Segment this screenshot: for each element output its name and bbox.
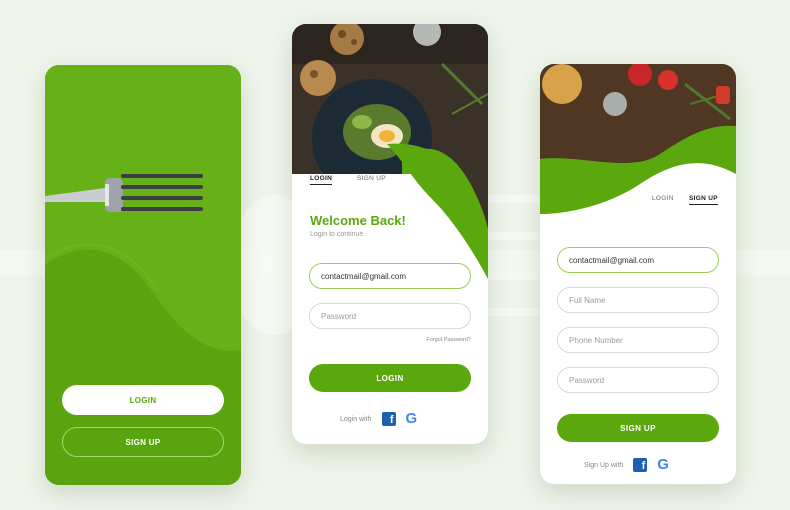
forgot-password-link[interactable]: Forgot Password? xyxy=(426,337,471,343)
password-field[interactable]: Password xyxy=(309,303,471,329)
signup-button[interactable]: SIGN UP xyxy=(62,427,224,457)
tab-login[interactable]: LOGIN xyxy=(652,195,674,202)
email-field[interactable]: contactmail@gmail.com xyxy=(309,263,471,289)
page-subtitle: Login to continue xyxy=(310,231,364,238)
welcome-background xyxy=(45,65,241,485)
signup-submit-button[interactable]: SIGN UP xyxy=(557,414,719,442)
email-field[interactable]: contactmail@gmail.com xyxy=(557,247,719,273)
green-wave-decoration xyxy=(387,143,488,279)
social-login-label: Login with xyxy=(340,415,372,423)
social-signup-row: Sign Up with f G xyxy=(584,457,669,472)
social-signup-label: Sign Up with xyxy=(584,461,624,469)
fork-icon xyxy=(45,174,203,212)
login-submit-button[interactable]: LOGIN xyxy=(309,364,471,392)
google-icon[interactable]: G xyxy=(406,411,418,426)
phone-number-field[interactable]: Phone Number xyxy=(557,327,719,353)
password-field[interactable]: Password xyxy=(557,367,719,393)
google-icon[interactable]: G xyxy=(657,457,669,472)
facebook-icon[interactable]: f xyxy=(381,412,396,426)
login-screen: LOGIN SIGN UP Welcome Back! Login to con… xyxy=(292,24,488,444)
page-title: Welcome Back! xyxy=(310,213,406,228)
facebook-icon[interactable]: f xyxy=(633,458,648,472)
social-login-row: Login with f G xyxy=(340,411,418,426)
tab-login[interactable]: LOGIN xyxy=(310,175,333,185)
signup-screen: LOGIN SIGN UP contactmail@gmail.com Full… xyxy=(540,64,736,484)
welcome-screen: LOGIN SIGN UP xyxy=(45,65,241,485)
tab-signup[interactable]: SIGN UP xyxy=(357,175,386,182)
login-button[interactable]: LOGIN xyxy=(62,385,224,415)
full-name-field[interactable]: Full Name xyxy=(557,287,719,313)
tab-signup[interactable]: SIGN UP xyxy=(689,195,718,205)
